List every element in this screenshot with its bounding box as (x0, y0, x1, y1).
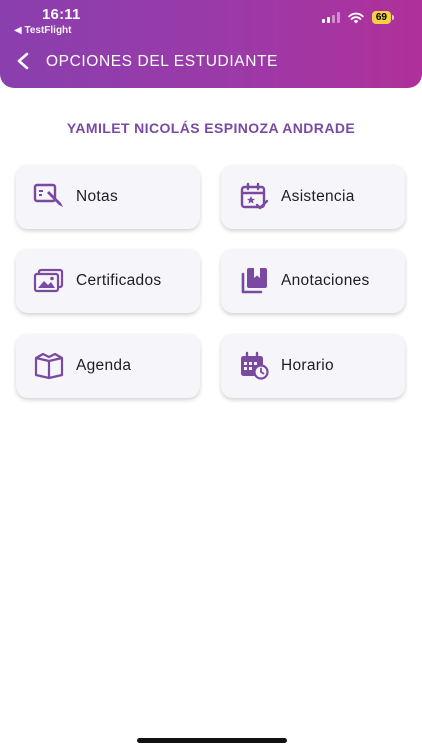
option-label: Anotaciones (281, 272, 370, 289)
status-indicators: 69 (321, 11, 394, 24)
page-title: OPCIONES DEL ESTUDIANTE (46, 53, 278, 70)
option-label: Agenda (76, 357, 132, 374)
student-name: YAMILET NICOLÁS ESPINOZA ANDRADE (66, 120, 356, 136)
status-time: 16:11 (42, 6, 81, 23)
attendance-calendar-icon (237, 180, 271, 214)
option-asistencia-button[interactable]: Asistencia (221, 165, 405, 229)
option-agenda-button[interactable]: Agenda (16, 334, 200, 398)
option-label: Horario (281, 357, 334, 374)
option-label: Notas (76, 188, 118, 205)
cellular-signal-icon (321, 12, 340, 23)
agenda-book-icon (32, 349, 66, 383)
option-label: Asistencia (281, 188, 355, 205)
option-horario-button[interactable]: Horario (221, 334, 405, 398)
battery-level: 69 (371, 11, 391, 24)
battery-icon: 69 (371, 11, 394, 24)
home-indicator[interactable] (137, 738, 287, 743)
testflight-back-link[interactable]: ◀ TestFlight (14, 25, 72, 36)
app-header: 16:11 ◀ TestFlight 69 OPCIONES DEL ESTUD… (0, 0, 422, 88)
chevron-left-icon (17, 52, 29, 70)
option-anotaciones-button[interactable]: Anotaciones (221, 249, 405, 313)
option-certificados-button[interactable]: Certificados (16, 249, 200, 313)
annotations-icon (237, 264, 271, 298)
back-button[interactable] (12, 50, 34, 72)
wifi-icon (348, 12, 364, 23)
option-notas-button[interactable]: Notas (16, 165, 200, 229)
grades-icon (32, 180, 66, 214)
schedule-calendar-icon (237, 349, 271, 383)
certificates-icon (32, 264, 66, 298)
option-label: Certificados (76, 272, 162, 289)
